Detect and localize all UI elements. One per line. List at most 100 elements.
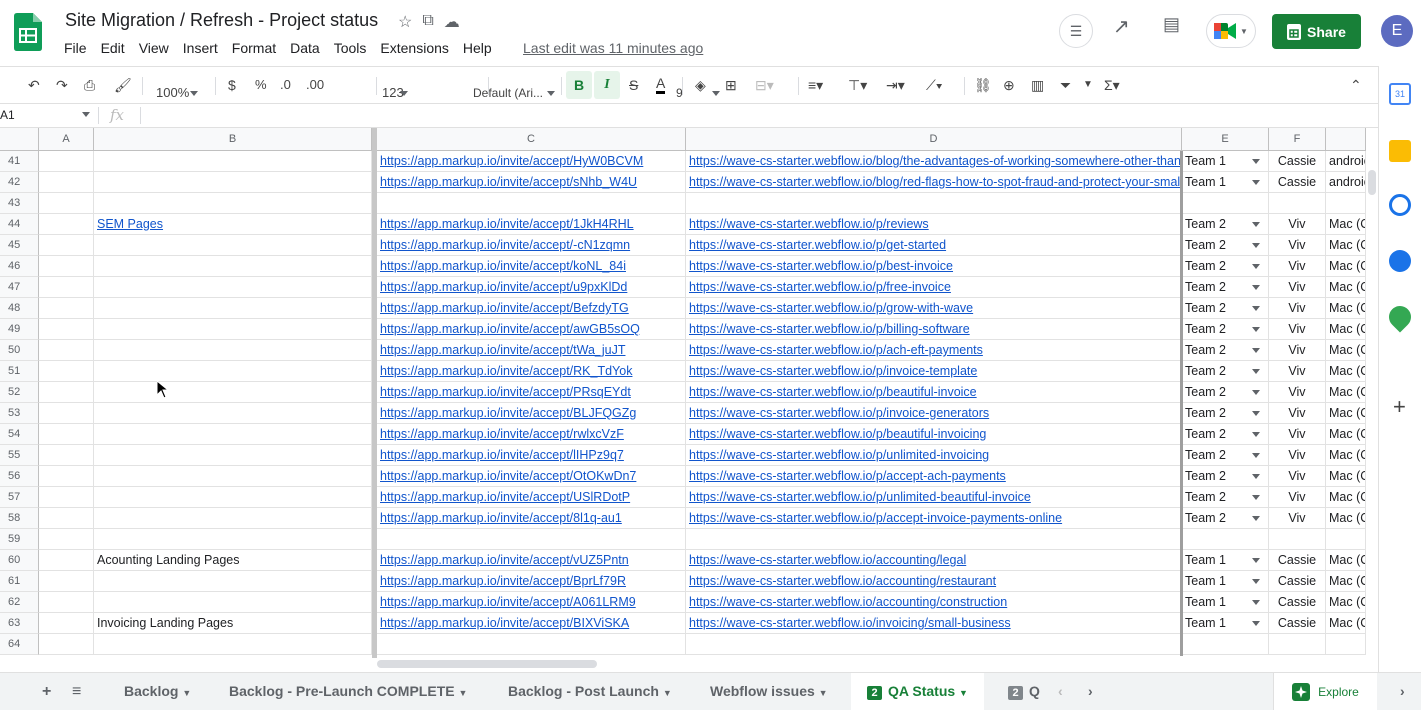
cell-b[interactable] [94, 487, 372, 508]
borders-icon[interactable]: ⊞ [725, 75, 737, 95]
row-number[interactable]: 56 [0, 466, 39, 487]
get-addons-icon[interactable]: + [1393, 394, 1406, 420]
cell-a[interactable] [39, 298, 94, 319]
row-number[interactable]: 47 [0, 277, 39, 298]
cell-d-link[interactable]: https://wave-cs-starter.webflow.io/p/bes… [686, 256, 1182, 277]
bold-button[interactable]: B [566, 71, 592, 99]
cell-c-link[interactable]: https://app.markup.io/invite/accept/1JkH… [377, 214, 686, 235]
cell-g[interactable]: Mac (C [1326, 298, 1366, 319]
cell-a[interactable] [39, 424, 94, 445]
row-number[interactable]: 44 [0, 214, 39, 235]
last-edit-link[interactable]: Last edit was 11 minutes ago [523, 40, 703, 56]
cell-e-dropdown[interactable]: Team 2 [1182, 298, 1269, 319]
maps-icon[interactable] [1384, 301, 1416, 333]
scroll-tabs-left-icon[interactable]: ‹ [1058, 683, 1063, 699]
cell-e-dropdown[interactable]: Team 2 [1182, 508, 1269, 529]
row-number[interactable]: 58 [0, 508, 39, 529]
cell-e-dropdown[interactable]: Team 2 [1182, 235, 1269, 256]
vertical-scrollbar[interactable] [1368, 170, 1376, 195]
cell-f[interactable]: Viv [1269, 487, 1326, 508]
cell-b[interactable] [94, 466, 372, 487]
cell-g[interactable]: Mac (C [1326, 382, 1366, 403]
insert-link-icon[interactable]: ⛓ [974, 75, 992, 95]
cell-b[interactable] [94, 445, 372, 466]
activity-dashboard-icon[interactable]: ↗ [1113, 14, 1130, 39]
sheets-logo-icon[interactable] [14, 13, 42, 51]
cell-a[interactable] [39, 277, 94, 298]
cell-d-link[interactable]: https://wave-cs-starter.webflow.io/p/acc… [686, 508, 1182, 529]
cell-e-dropdown[interactable]: Team 2 [1182, 382, 1269, 403]
cell-f[interactable]: Viv [1269, 214, 1326, 235]
formula-input[interactable] [145, 106, 1365, 125]
cell-d-link[interactable]: https://wave-cs-starter.webflow.io/p/bea… [686, 424, 1182, 445]
row-number[interactable]: 52 [0, 382, 39, 403]
menu-help[interactable]: Help [463, 40, 492, 56]
cell-b[interactable] [94, 319, 372, 340]
horizontal-scrollbar[interactable] [377, 660, 597, 668]
cell-a[interactable] [39, 487, 94, 508]
cell-g[interactable]: Mac (C [1326, 403, 1366, 424]
cell-g[interactable]: Mac (C [1326, 277, 1366, 298]
cell-g[interactable]: Mac (C [1326, 487, 1366, 508]
cell-b[interactable] [94, 172, 372, 193]
text-color-button[interactable]: A [656, 75, 666, 94]
row-number[interactable]: 57 [0, 487, 39, 508]
cell-e-dropdown[interactable]: Team 1 [1182, 571, 1269, 592]
cell-g[interactable] [1326, 529, 1366, 550]
insert-chart-icon[interactable]: ▥ [1031, 75, 1044, 95]
horizontal-align-icon[interactable]: ≡▾ [808, 75, 823, 95]
cell-a[interactable] [39, 340, 94, 361]
cell-f[interactable]: Cassie [1269, 550, 1326, 571]
cell-d-link[interactable]: https://wave-cs-starter.webflow.io/blog/… [686, 172, 1182, 193]
cell-g[interactable]: Mac (C [1326, 592, 1366, 613]
cell-f[interactable] [1269, 193, 1326, 214]
cell-a[interactable] [39, 634, 94, 655]
cell-f[interactable]: Viv [1269, 256, 1326, 277]
cloud-status-icon[interactable]: ☁ [444, 12, 460, 32]
cell-a[interactable] [39, 193, 94, 214]
cell-a[interactable] [39, 319, 94, 340]
cell-d-link[interactable]: https://wave-cs-starter.webflow.io/p/acc… [686, 466, 1182, 487]
cell-c-link[interactable]: https://app.markup.io/invite/accept/BLJF… [377, 403, 686, 424]
row-number[interactable]: 54 [0, 424, 39, 445]
cell-f[interactable]: Viv [1269, 340, 1326, 361]
cell-e-dropdown[interactable]: Team 2 [1182, 424, 1269, 445]
row-number[interactable]: 63 [0, 613, 39, 634]
avatar[interactable]: E [1381, 15, 1413, 47]
cell-g[interactable]: Mac (C [1326, 361, 1366, 382]
text-rotation-icon[interactable]: ⟋▾ [926, 75, 943, 95]
cell-f[interactable]: Viv [1269, 403, 1326, 424]
name-box[interactable]: A1 [0, 108, 15, 122]
document-title[interactable]: Site Migration / Refresh - Project statu… [65, 10, 378, 31]
cell-c-link[interactable]: https://app.markup.io/invite/accept/lIHP… [377, 445, 686, 466]
select-all-corner[interactable] [0, 128, 39, 151]
row-number[interactable]: 62 [0, 592, 39, 613]
cell-b[interactable] [94, 361, 372, 382]
row-number[interactable]: 43 [0, 193, 39, 214]
percent-format-button[interactable]: % [255, 75, 267, 95]
row-number[interactable]: 50 [0, 340, 39, 361]
cell-d-link[interactable] [686, 634, 1182, 655]
cell-f[interactable]: Viv [1269, 508, 1326, 529]
cell-c-link[interactable]: https://app.markup.io/invite/accept/8l1q… [377, 508, 686, 529]
redo-icon[interactable]: ↷ [56, 75, 68, 95]
cell-f[interactable]: Cassie [1269, 571, 1326, 592]
fill-color-icon[interactable]: ◈ [695, 75, 706, 95]
row-number[interactable]: 53 [0, 403, 39, 424]
print-icon[interactable]: ⎙ [84, 75, 95, 95]
cell-b[interactable] [94, 151, 372, 172]
collapse-toolbar-icon[interactable]: ⌃ [1350, 75, 1362, 95]
text-wrap-icon[interactable]: ⇥▾ [886, 75, 905, 95]
cell-f[interactable]: Viv [1269, 382, 1326, 403]
cell-g[interactable]: Mac (C [1326, 445, 1366, 466]
cell-a[interactable] [39, 214, 94, 235]
cell-g[interactable]: androic [1326, 151, 1366, 172]
cell-e-dropdown[interactable]: Team 2 [1182, 361, 1269, 382]
cell-a[interactable] [39, 172, 94, 193]
cell-b[interactable] [94, 424, 372, 445]
cell-d-link[interactable]: https://wave-cs-starter.webflow.io/p/unl… [686, 445, 1182, 466]
calendar-icon[interactable]: 31 [1389, 83, 1411, 105]
cell-c-link[interactable]: https://app.markup.io/invite/accept/rwlx… [377, 424, 686, 445]
cell-a[interactable] [39, 529, 94, 550]
cell-e-dropdown[interactable] [1182, 529, 1269, 550]
